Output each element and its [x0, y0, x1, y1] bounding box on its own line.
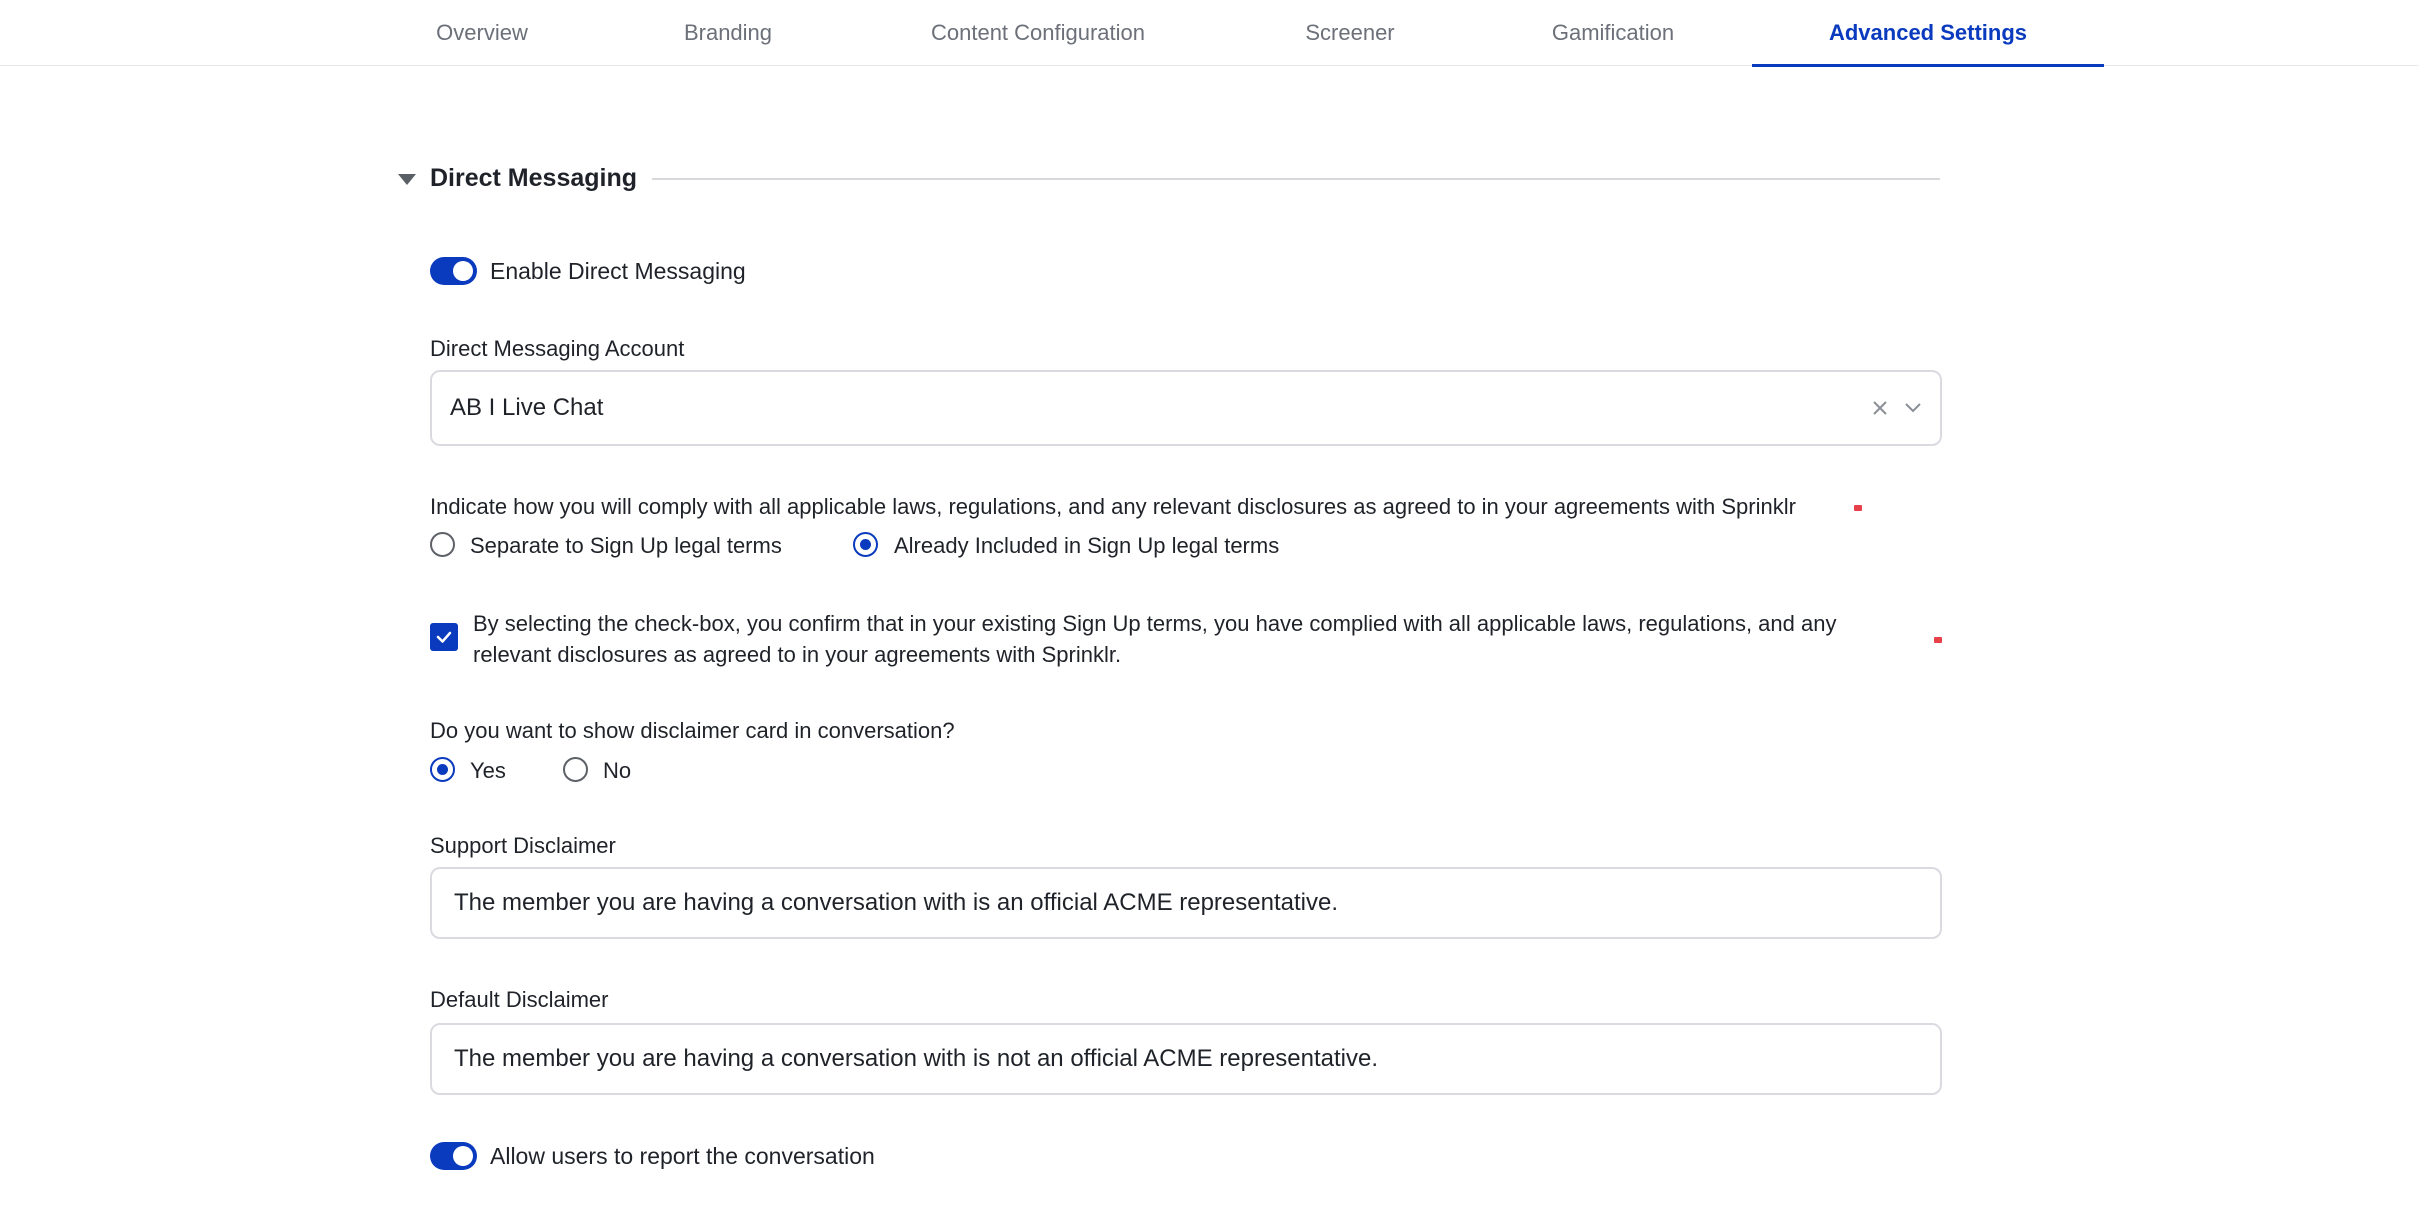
- radio-disclaimer-yes-label: Yes: [470, 758, 506, 783]
- confirm-text-line2: relevant disclosures as agreed to in you…: [473, 642, 1122, 667]
- tab-advanced-settings[interactable]: Advanced Settings: [1752, 0, 2104, 67]
- toggle-knob: [453, 1146, 473, 1166]
- disclaimer-card-question: Do you want to show disclaimer card in c…: [430, 718, 955, 743]
- enable-direct-messaging-toggle[interactable]: [430, 257, 477, 285]
- support-disclaimer-input[interactable]: The member you are having a conversation…: [430, 867, 1942, 939]
- enable-direct-messaging-label: Enable Direct Messaging: [490, 258, 746, 284]
- radio-separate-legal-terms[interactable]: [430, 532, 455, 557]
- dm-account-value: AB I Live Chat: [450, 394, 604, 421]
- required-indicator: [1854, 505, 1862, 511]
- tab-screener[interactable]: Screener: [1290, 0, 1410, 66]
- collapse-caret-icon[interactable]: [398, 173, 416, 185]
- confirm-text: By selecting the check-box, you confirm …: [473, 608, 1913, 670]
- required-indicator: [1934, 637, 1942, 643]
- dm-account-label: Direct Messaging Account: [430, 336, 685, 361]
- radio-disclaimer-no-label: No: [603, 758, 632, 783]
- compliance-question: Indicate how you will comply with all ap…: [430, 494, 1796, 519]
- radio-disclaimer-yes[interactable]: [430, 757, 455, 782]
- support-disclaimer-label: Support Disclaimer: [430, 833, 616, 858]
- clear-icon[interactable]: [1872, 400, 1888, 416]
- default-disclaimer-label: Default Disclaimer: [430, 987, 609, 1012]
- confirm-checkbox[interactable]: [430, 623, 458, 651]
- allow-report-label: Allow users to report the conversation: [490, 1143, 875, 1169]
- checkmark-icon: [436, 631, 452, 643]
- radio-included-legal-terms[interactable]: [853, 532, 878, 557]
- radio-included-legal-terms-label: Already Included in Sign Up legal terms: [894, 533, 1280, 558]
- tab-bar: Overview Branding Content Configuration …: [0, 0, 2418, 67]
- support-disclaimer-value: The member you are having a conversation…: [454, 889, 1338, 916]
- section-divider: [652, 178, 1940, 180]
- radio-disclaimer-no[interactable]: [563, 757, 588, 782]
- tab-gamification[interactable]: Gamification: [1535, 0, 1691, 66]
- confirm-text-line1: By selecting the check-box, you confirm …: [473, 611, 1837, 636]
- dm-account-select[interactable]: AB I Live Chat: [430, 370, 1942, 446]
- tab-content-configuration[interactable]: Content Configuration: [910, 0, 1166, 66]
- toggle-knob: [453, 261, 473, 281]
- default-disclaimer-input[interactable]: The member you are having a conversation…: [430, 1023, 1942, 1095]
- section-header: Direct Messaging: [398, 160, 637, 196]
- allow-report-toggle[interactable]: [430, 1142, 477, 1170]
- default-disclaimer-value: The member you are having a conversation…: [454, 1045, 1379, 1072]
- chevron-down-icon[interactable]: [1904, 402, 1922, 414]
- tab-branding[interactable]: Branding: [660, 0, 796, 66]
- tab-overview[interactable]: Overview: [412, 0, 552, 66]
- section-title: Direct Messaging: [430, 163, 638, 192]
- radio-separate-legal-terms-label: Separate to Sign Up legal terms: [470, 533, 782, 558]
